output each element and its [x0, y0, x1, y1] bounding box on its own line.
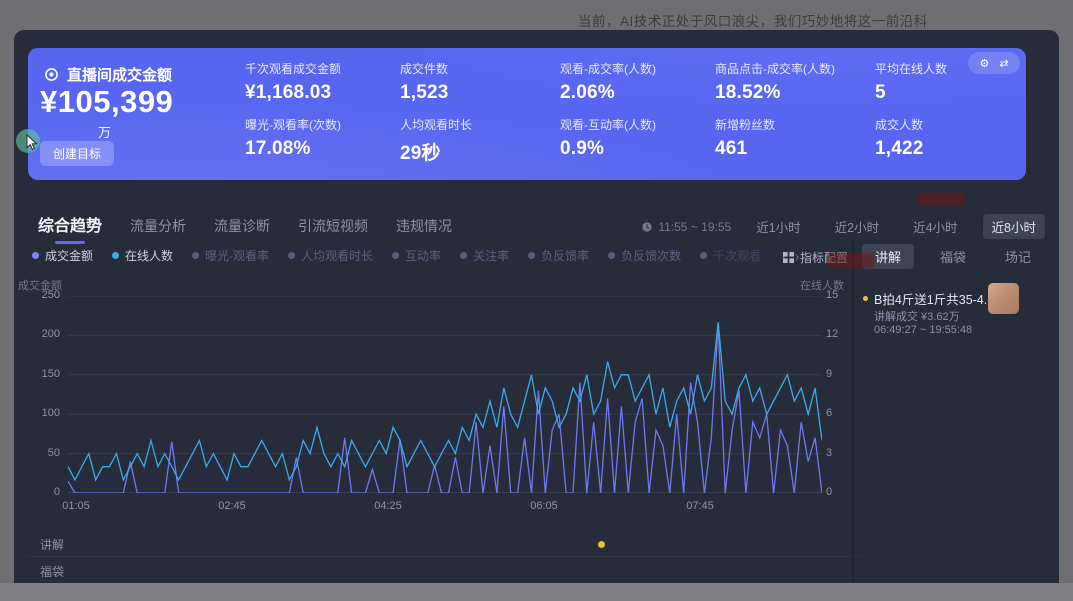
screen-artifact: [918, 193, 964, 206]
legend-item-online[interactable]: 在线人数: [112, 247, 173, 264]
left-tick: 150: [28, 368, 60, 380]
side-tab-notes[interactable]: 场记: [992, 244, 1044, 269]
kpi-title: 直播间成交金额: [67, 64, 172, 85]
event-row-explain: 讲解: [40, 536, 64, 553]
legend-dot: [528, 252, 535, 259]
metric-cell: 千次观看成交金额¥1,168.03: [245, 60, 400, 116]
mouse-cursor: [26, 134, 38, 151]
explain-event-marker[interactable]: [598, 541, 605, 548]
left-tick: 50: [28, 447, 60, 459]
side-tab-lucky-bag[interactable]: 福袋: [927, 244, 979, 269]
tab-short-video[interactable]: 引流短视频: [298, 216, 368, 236]
kpi-panel-header: 直播间成交金额: [44, 64, 172, 85]
metric-cell: 新增粉丝数461: [715, 116, 875, 168]
chart-legend: 成交金额 在线人数 曝光-观看率 人均观看时长 互动率 关注率 负反馈率 负反馈…: [32, 247, 799, 264]
explain-item-title[interactable]: B拍4斤送1斤共35-4...: [874, 289, 988, 308]
time-filter: 11:55 ~ 19:55 近1小时 近2小时 近4小时 近8小时: [641, 214, 1045, 239]
taskbar-strip: [0, 583, 1073, 601]
metric-cell: 观看-互动率(人数)0.9%: [560, 116, 715, 168]
legend-item-avg-watch-time[interactable]: 人均观看时长: [288, 247, 373, 264]
legend-item-negative-count[interactable]: 负反馈次数: [608, 247, 681, 264]
tab-violations[interactable]: 违规情况: [396, 216, 452, 236]
kpi-panel: 直播间成交金额 ¥105,399 万 创建目标 ⚙ ⇄ 千次观看成交金额¥1,1…: [28, 48, 1026, 180]
create-goal-button[interactable]: 创建目标: [40, 141, 114, 166]
metric-cell: 观看-成交率(人数)2.06%: [560, 60, 715, 116]
kpi-metrics-grid: 千次观看成交金额¥1,168.03 成交件数1,523 观看-成交率(人数)2.…: [245, 60, 1015, 168]
x-tick: 04:25: [358, 500, 418, 512]
time-option-1h[interactable]: 近1小时: [747, 214, 809, 239]
x-tick: 07:45: [670, 500, 730, 512]
metric-cell: 商品点击-成交率(人数)18.52%: [715, 60, 875, 116]
kpi-unit: 万: [98, 122, 111, 141]
x-tick: 06:05: [514, 500, 574, 512]
event-row-lucky-bag: 福袋: [40, 563, 64, 580]
tab-overall-trend[interactable]: 综合趋势: [38, 212, 102, 236]
clock-icon: [641, 221, 653, 233]
legend-dot: [460, 252, 467, 259]
video-subtitle-text: 当前，AI技术正处于风口浪尖，我们巧妙地将这一前沿科: [578, 10, 928, 30]
legend-dot: [288, 252, 295, 259]
time-option-8h[interactable]: 近8小时: [983, 214, 1045, 239]
kpi-main-value: ¥105,399: [40, 84, 173, 120]
legend-dot: [32, 252, 39, 259]
metric-cell: 成交件数1,523: [400, 60, 560, 116]
product-thumbnail: [988, 283, 1019, 314]
tab-traffic-analysis[interactable]: 流量分析: [130, 216, 186, 236]
legend-item-follow-rate[interactable]: 关注率: [460, 247, 509, 264]
time-option-4h[interactable]: 近4小时: [904, 214, 966, 239]
left-tick: 200: [28, 328, 60, 340]
trend-line-chart: [68, 296, 822, 493]
legend-dot: [112, 252, 119, 259]
legend-dot: [608, 252, 615, 259]
x-tick: 02:45: [202, 500, 262, 512]
divider: [28, 556, 862, 557]
metric-cell: 成交人数1,422: [875, 116, 1015, 168]
series-成交金额: [68, 324, 822, 493]
left-tick: 250: [28, 289, 60, 301]
bullet-dot: [863, 296, 868, 301]
time-range[interactable]: 11:55 ~ 19:55: [641, 220, 731, 234]
tab-traffic-diagnosis[interactable]: 流量诊断: [214, 216, 270, 236]
panel-divider: [852, 240, 854, 583]
screen-artifact: [828, 253, 874, 268]
metric-cell: 曝光-观看率(次数)17.08%: [245, 116, 400, 168]
legend-item-exposure-view-rate[interactable]: 曝光-观看率: [192, 247, 269, 264]
left-tick: 0: [28, 486, 60, 498]
metric-cell: 人均观看时长29秒: [400, 116, 560, 168]
legend-dot: [392, 252, 399, 259]
x-tick: 01:05: [46, 500, 106, 512]
explain-item-time: 06:49:27 ~ 19:55:48: [874, 324, 972, 336]
grid-icon: [783, 252, 794, 263]
time-option-2h[interactable]: 近2小时: [826, 214, 888, 239]
legend-item-gmv[interactable]: 成交金额: [32, 247, 93, 264]
legend-item-per-thousand[interactable]: 千次观看: [700, 247, 761, 264]
side-panel-tabs: 讲解 福袋 场记: [862, 244, 1044, 269]
left-tick: 100: [28, 407, 60, 419]
explain-item-gmv: 讲解成交 ¥3.62万: [874, 308, 960, 324]
legend-item-interaction-rate[interactable]: 互动率: [392, 247, 441, 264]
trend-tabs: 综合趋势 流量分析 流量诊断 引流短视频 违规情况: [38, 212, 452, 236]
legend-dot: [700, 252, 707, 259]
target-icon: [44, 67, 59, 82]
metric-cell: 平均在线人数5: [875, 60, 1015, 116]
legend-item-negative-rate[interactable]: 负反馈率: [528, 247, 589, 264]
legend-dot: [192, 252, 199, 259]
